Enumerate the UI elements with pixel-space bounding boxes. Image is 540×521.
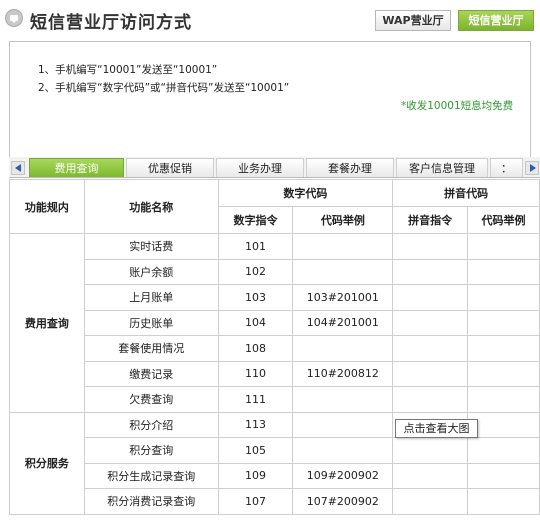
digit-example: 104#201001 [292, 309, 394, 336]
message-bubble-icon [5, 9, 23, 27]
tab-customer-info[interactable]: 客户信息管理 [396, 158, 488, 177]
function-name: 积分消费记录查询 [83, 488, 219, 515]
table-row: 积分消费记录查询 107 107#200902 [10, 488, 540, 515]
pinyin-command [392, 488, 469, 515]
function-name: 实时话费 [83, 233, 219, 260]
digit-example: 103#201001 [292, 284, 394, 311]
column-header-pinyin-cmd: 拼音指令 [392, 206, 469, 234]
function-name: 上月账单 [83, 284, 219, 311]
table-row: 账户余额 102 [10, 258, 540, 285]
digit-command: 109 [217, 462, 294, 489]
column-header-digit-example: 代码举例 [292, 206, 394, 234]
pinyin-command [392, 462, 469, 489]
function-name: 积分查询 [83, 437, 219, 464]
pinyin-example [467, 258, 540, 285]
digit-command: 101 [217, 233, 294, 260]
digit-example [292, 386, 394, 413]
table-row: 历史账单 104 104#201001 [10, 309, 540, 336]
tab-scroll-right-icon[interactable] [525, 161, 539, 175]
sms-code-table: 功能规内 功能名称 数字代码 拼音代码 数字指令 代码举例 拼音指令 代码举例 … [9, 179, 540, 515]
digit-command: 105 [217, 437, 294, 464]
function-name: 账户余额 [83, 258, 219, 285]
table-header-row: 功能规内 功能名称 数字代码 拼音代码 [9, 179, 540, 234]
pinyin-example [467, 309, 540, 336]
pinyin-command [392, 233, 469, 260]
digit-example: 107#200902 [292, 488, 394, 515]
digit-command: 103 [217, 284, 294, 311]
pinyin-example [467, 360, 540, 387]
pinyin-example [467, 386, 540, 413]
digit-command: 113 [217, 411, 294, 438]
free-sms-note: *收发10001短息均免费 [401, 100, 514, 112]
table-row: 上月账单 103 103#201001 [10, 284, 540, 311]
group-label-points: 积分服务 [9, 411, 85, 515]
tab-fee-query[interactable]: 费用查询 [29, 158, 124, 177]
pinyin-command [392, 309, 469, 336]
pinyin-command [392, 284, 469, 311]
tab-business[interactable]: 业务办理 [216, 158, 304, 177]
function-name: 套餐使用情况 [83, 335, 219, 362]
pinyin-command [392, 360, 469, 387]
instruction-line-1: 1、手机编写“10001”发送至“10001” [38, 64, 218, 76]
pinyin-command [392, 437, 469, 464]
digit-command: 108 [217, 335, 294, 362]
view-large-image-tooltip: 点击查看大图 [395, 419, 478, 438]
digit-example [292, 437, 394, 464]
column-header-pinyin-code: 拼音代码 [392, 179, 540, 207]
column-header-name: 功能名称 [83, 179, 219, 234]
function-name: 积分生成记录查询 [83, 462, 219, 489]
digit-example [292, 335, 394, 362]
category-tabs: 费用查询 优惠促销 业务办理 套餐办理 客户信息管理 ： [9, 157, 540, 178]
tab-packages[interactable]: 套餐办理 [306, 158, 394, 177]
table-row: 缴费记录 110 110#200812 [10, 360, 540, 387]
pinyin-example [467, 437, 540, 464]
digit-example: 110#200812 [292, 360, 394, 387]
tab-scroll-left-icon[interactable] [11, 161, 25, 175]
pinyin-command [392, 258, 469, 285]
column-header-digit-code: 数字代码 [217, 179, 394, 207]
digit-example: 109#200902 [292, 462, 394, 489]
digit-command: 111 [217, 386, 294, 413]
pinyin-command [392, 386, 469, 413]
instruction-line-2: 2、手机编写“数字代码”或“拼音代码”发送至“10001” [38, 82, 290, 94]
digit-example [292, 258, 394, 285]
tab-more[interactable]: ： [490, 158, 523, 177]
instructions-panel: 1、手机编写“10001”发送至“10001” 2、手机编写“数字代码”或“拼音… [9, 41, 531, 174]
digit-command: 102 [217, 258, 294, 285]
wap-hall-button[interactable]: WAP营业厅 [375, 10, 451, 31]
pinyin-example [467, 233, 540, 260]
pinyin-command [392, 335, 469, 362]
digit-command: 104 [217, 309, 294, 336]
sms-hall-button[interactable]: 短信营业厅 [458, 10, 534, 31]
page-title: 短信营业厅访问方式 [30, 13, 192, 33]
pinyin-example [467, 488, 540, 515]
header: 短信营业厅访问方式 WAP营业厅 短信营业厅 [0, 0, 540, 40]
table-row: 费用查询 实时话费 101 [9, 233, 540, 413]
function-name: 缴费记录 [83, 360, 219, 387]
tab-promotions[interactable]: 优惠促销 [126, 158, 214, 177]
function-name: 积分介绍 [83, 411, 219, 438]
table-row: 套餐使用情况 108 [10, 335, 540, 362]
pinyin-example [467, 284, 540, 311]
column-header-scope: 功能规内 [9, 179, 85, 234]
digit-command: 110 [217, 360, 294, 387]
digit-command: 107 [217, 488, 294, 515]
column-header-pinyin-example: 代码举例 [467, 206, 540, 234]
function-name: 历史账单 [83, 309, 219, 336]
table-row: 积分生成记录查询 109 109#200902 [10, 462, 540, 489]
digit-example [292, 233, 394, 260]
pinyin-example [467, 335, 540, 362]
pinyin-example [467, 462, 540, 489]
table-row: 积分查询 105 [10, 437, 540, 464]
column-header-digit-cmd: 数字指令 [217, 206, 294, 234]
digit-example [292, 411, 394, 438]
table-row: 欠费查询 111 [10, 386, 540, 413]
function-name: 欠费查询 [83, 386, 219, 413]
group-label-fee: 费用查询 [9, 233, 85, 413]
pinyin-example [467, 411, 540, 438]
